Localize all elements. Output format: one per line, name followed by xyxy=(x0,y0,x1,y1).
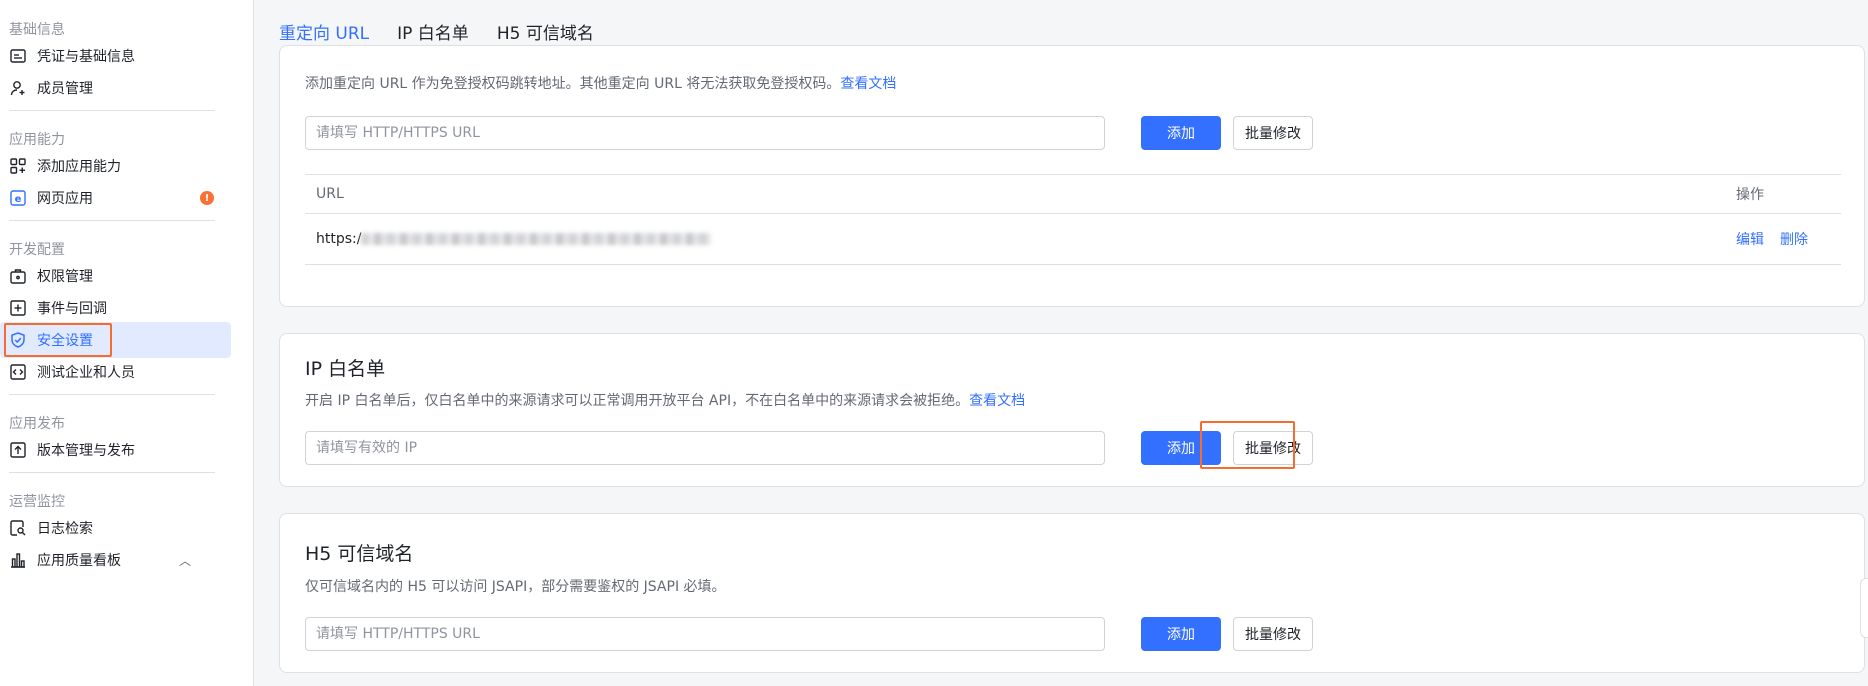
h5-domain-input[interactable] xyxy=(305,617,1105,651)
h5-add-button[interactable]: 添加 xyxy=(1141,617,1221,651)
redacted-url xyxy=(361,233,712,245)
url-cell: https:/ xyxy=(316,231,712,247)
briefcase-icon xyxy=(9,267,27,285)
redirect-doc-link[interactable]: 查看文档 xyxy=(840,76,896,92)
h5-domain-card: H5 可信域名 仅可信域名内的 H5 可以访问 JSAPI，部分需要鉴权的 JS… xyxy=(279,513,1865,673)
chevron-up-icon[interactable]: ︿ xyxy=(179,552,191,569)
code-icon xyxy=(9,363,27,381)
sidebar-item-label: 网页应用 xyxy=(37,191,93,207)
warning-badge: ! xyxy=(200,191,214,205)
group-dev-config: 开发配置 xyxy=(9,242,65,258)
ip-whitelist-description: 开启 IP 白名单后，仅白名单中的来源请求可以正常调用开放平台 API，不在白名… xyxy=(305,390,1025,410)
group-basic-info: 基础信息 xyxy=(9,22,65,38)
log-search-icon xyxy=(9,519,27,537)
sidebar-divider xyxy=(9,110,215,111)
sidebar-item-label: 成员管理 xyxy=(37,81,93,97)
bar-chart-icon xyxy=(9,551,27,569)
grid-plus-icon xyxy=(9,157,27,175)
h5-domain-description: 仅可信域名内的 H5 可以访问 JSAPI，部分需要鉴权的 JSAPI 必填。 xyxy=(305,579,726,595)
h5-domain-title: H5 可信域名 xyxy=(305,543,414,565)
redirect-add-button[interactable]: 添加 xyxy=(1141,116,1221,150)
sidebar-item-label: 权限管理 xyxy=(37,269,93,285)
table-row: https:/ 编辑 删除 xyxy=(305,214,1841,265)
side-float-handle[interactable] xyxy=(1860,578,1868,638)
sidebar-item-add-ability[interactable]: 添加应用能力 xyxy=(0,148,231,184)
sidebar-item-security[interactable]: 安全设置 xyxy=(0,322,231,358)
sidebar-item-versions[interactable]: 版本管理与发布 xyxy=(0,432,231,468)
ip-batch-edit-button[interactable]: 批量修改 xyxy=(1233,431,1313,465)
redirect-batch-edit-button[interactable]: 批量修改 xyxy=(1233,116,1313,150)
sidebar-divider xyxy=(9,472,215,473)
sidebar-item-label: 凭证与基础信息 xyxy=(37,49,135,65)
group-app-ability: 应用能力 xyxy=(9,132,65,148)
url-value: https:/ xyxy=(316,231,362,247)
ip-input[interactable] xyxy=(305,431,1105,465)
ip-add-button[interactable]: 添加 xyxy=(1141,431,1221,465)
ip-whitelist-title: IP 白名单 xyxy=(305,358,386,380)
redirect-desc-text: 添加重定向 URL 作为免登授权码跳转地址。其他重定向 URL 将无法获取免登授… xyxy=(305,76,841,92)
group-release: 应用发布 xyxy=(9,416,65,432)
sidebar-divider xyxy=(9,220,215,221)
sidebar-item-label: 安全设置 xyxy=(37,333,93,349)
sidebar-item-events[interactable]: 事件与回调 xyxy=(0,290,231,326)
sidebar-item-log-search[interactable]: 日志检索 xyxy=(0,510,231,546)
sidebar-item-web-app[interactable]: e 网页应用 ! xyxy=(0,180,231,216)
sidebar-item-label: 应用质量看板 xyxy=(37,553,121,569)
redirect-description: 添加重定向 URL 作为免登授权码跳转地址。其他重定向 URL 将无法获取免登授… xyxy=(305,73,896,93)
ip-desc-text: 开启 IP 白名单后，仅白名单中的来源请求可以正常调用开放平台 API，不在白名… xyxy=(305,393,970,409)
event-plus-icon xyxy=(9,299,27,317)
col-action-header: 操作 xyxy=(1736,187,1764,203)
ip-whitelist-card: IP 白名单 开启 IP 白名单后，仅白名单中的来源请求可以正常调用开放平台 A… xyxy=(279,333,1865,487)
col-url-header: URL xyxy=(316,186,344,202)
user-add-icon xyxy=(9,79,27,97)
sidebar-item-label: 添加应用能力 xyxy=(37,159,121,175)
sidebar-item-credentials[interactable]: 凭证与基础信息 xyxy=(0,38,231,74)
web-app-icon: e xyxy=(9,189,27,207)
sidebar-item-test-enterprise[interactable]: 测试企业和人员 xyxy=(0,354,231,390)
group-ops-monitor: 运营监控 xyxy=(9,494,65,510)
svg-text:e: e xyxy=(15,194,22,205)
id-card-icon xyxy=(9,47,27,65)
h5-batch-edit-button[interactable]: 批量修改 xyxy=(1233,617,1313,651)
sidebar-item-label: 测试企业和人员 xyxy=(37,365,135,381)
sidebar-item-quality-board[interactable]: 应用质量看板 ︿ xyxy=(0,542,231,578)
url-table-header: URL 操作 xyxy=(305,174,1841,214)
redirect-url-input[interactable] xyxy=(305,116,1105,150)
sidebar-divider xyxy=(9,394,215,395)
sidebar: 基础信息 凭证与基础信息 成员管理 应用能力 添加应用能力 e 网页应用 ! 开… xyxy=(0,0,254,686)
sidebar-item-label: 版本管理与发布 xyxy=(37,443,135,459)
sidebar-item-members[interactable]: 成员管理 xyxy=(0,70,231,106)
upload-icon xyxy=(9,441,27,459)
delete-link[interactable]: 删除 xyxy=(1780,229,1808,249)
sidebar-item-permissions[interactable]: 权限管理 xyxy=(0,258,231,294)
sidebar-item-label: 日志检索 xyxy=(37,521,93,537)
redirect-url-card: 添加重定向 URL 作为免登授权码跳转地址。其他重定向 URL 将无法获取免登授… xyxy=(279,45,1865,307)
sidebar-item-label: 事件与回调 xyxy=(37,301,107,317)
ip-doc-link[interactable]: 查看文档 xyxy=(969,393,1025,409)
edit-link[interactable]: 编辑 xyxy=(1736,229,1764,249)
shield-icon xyxy=(9,331,27,349)
